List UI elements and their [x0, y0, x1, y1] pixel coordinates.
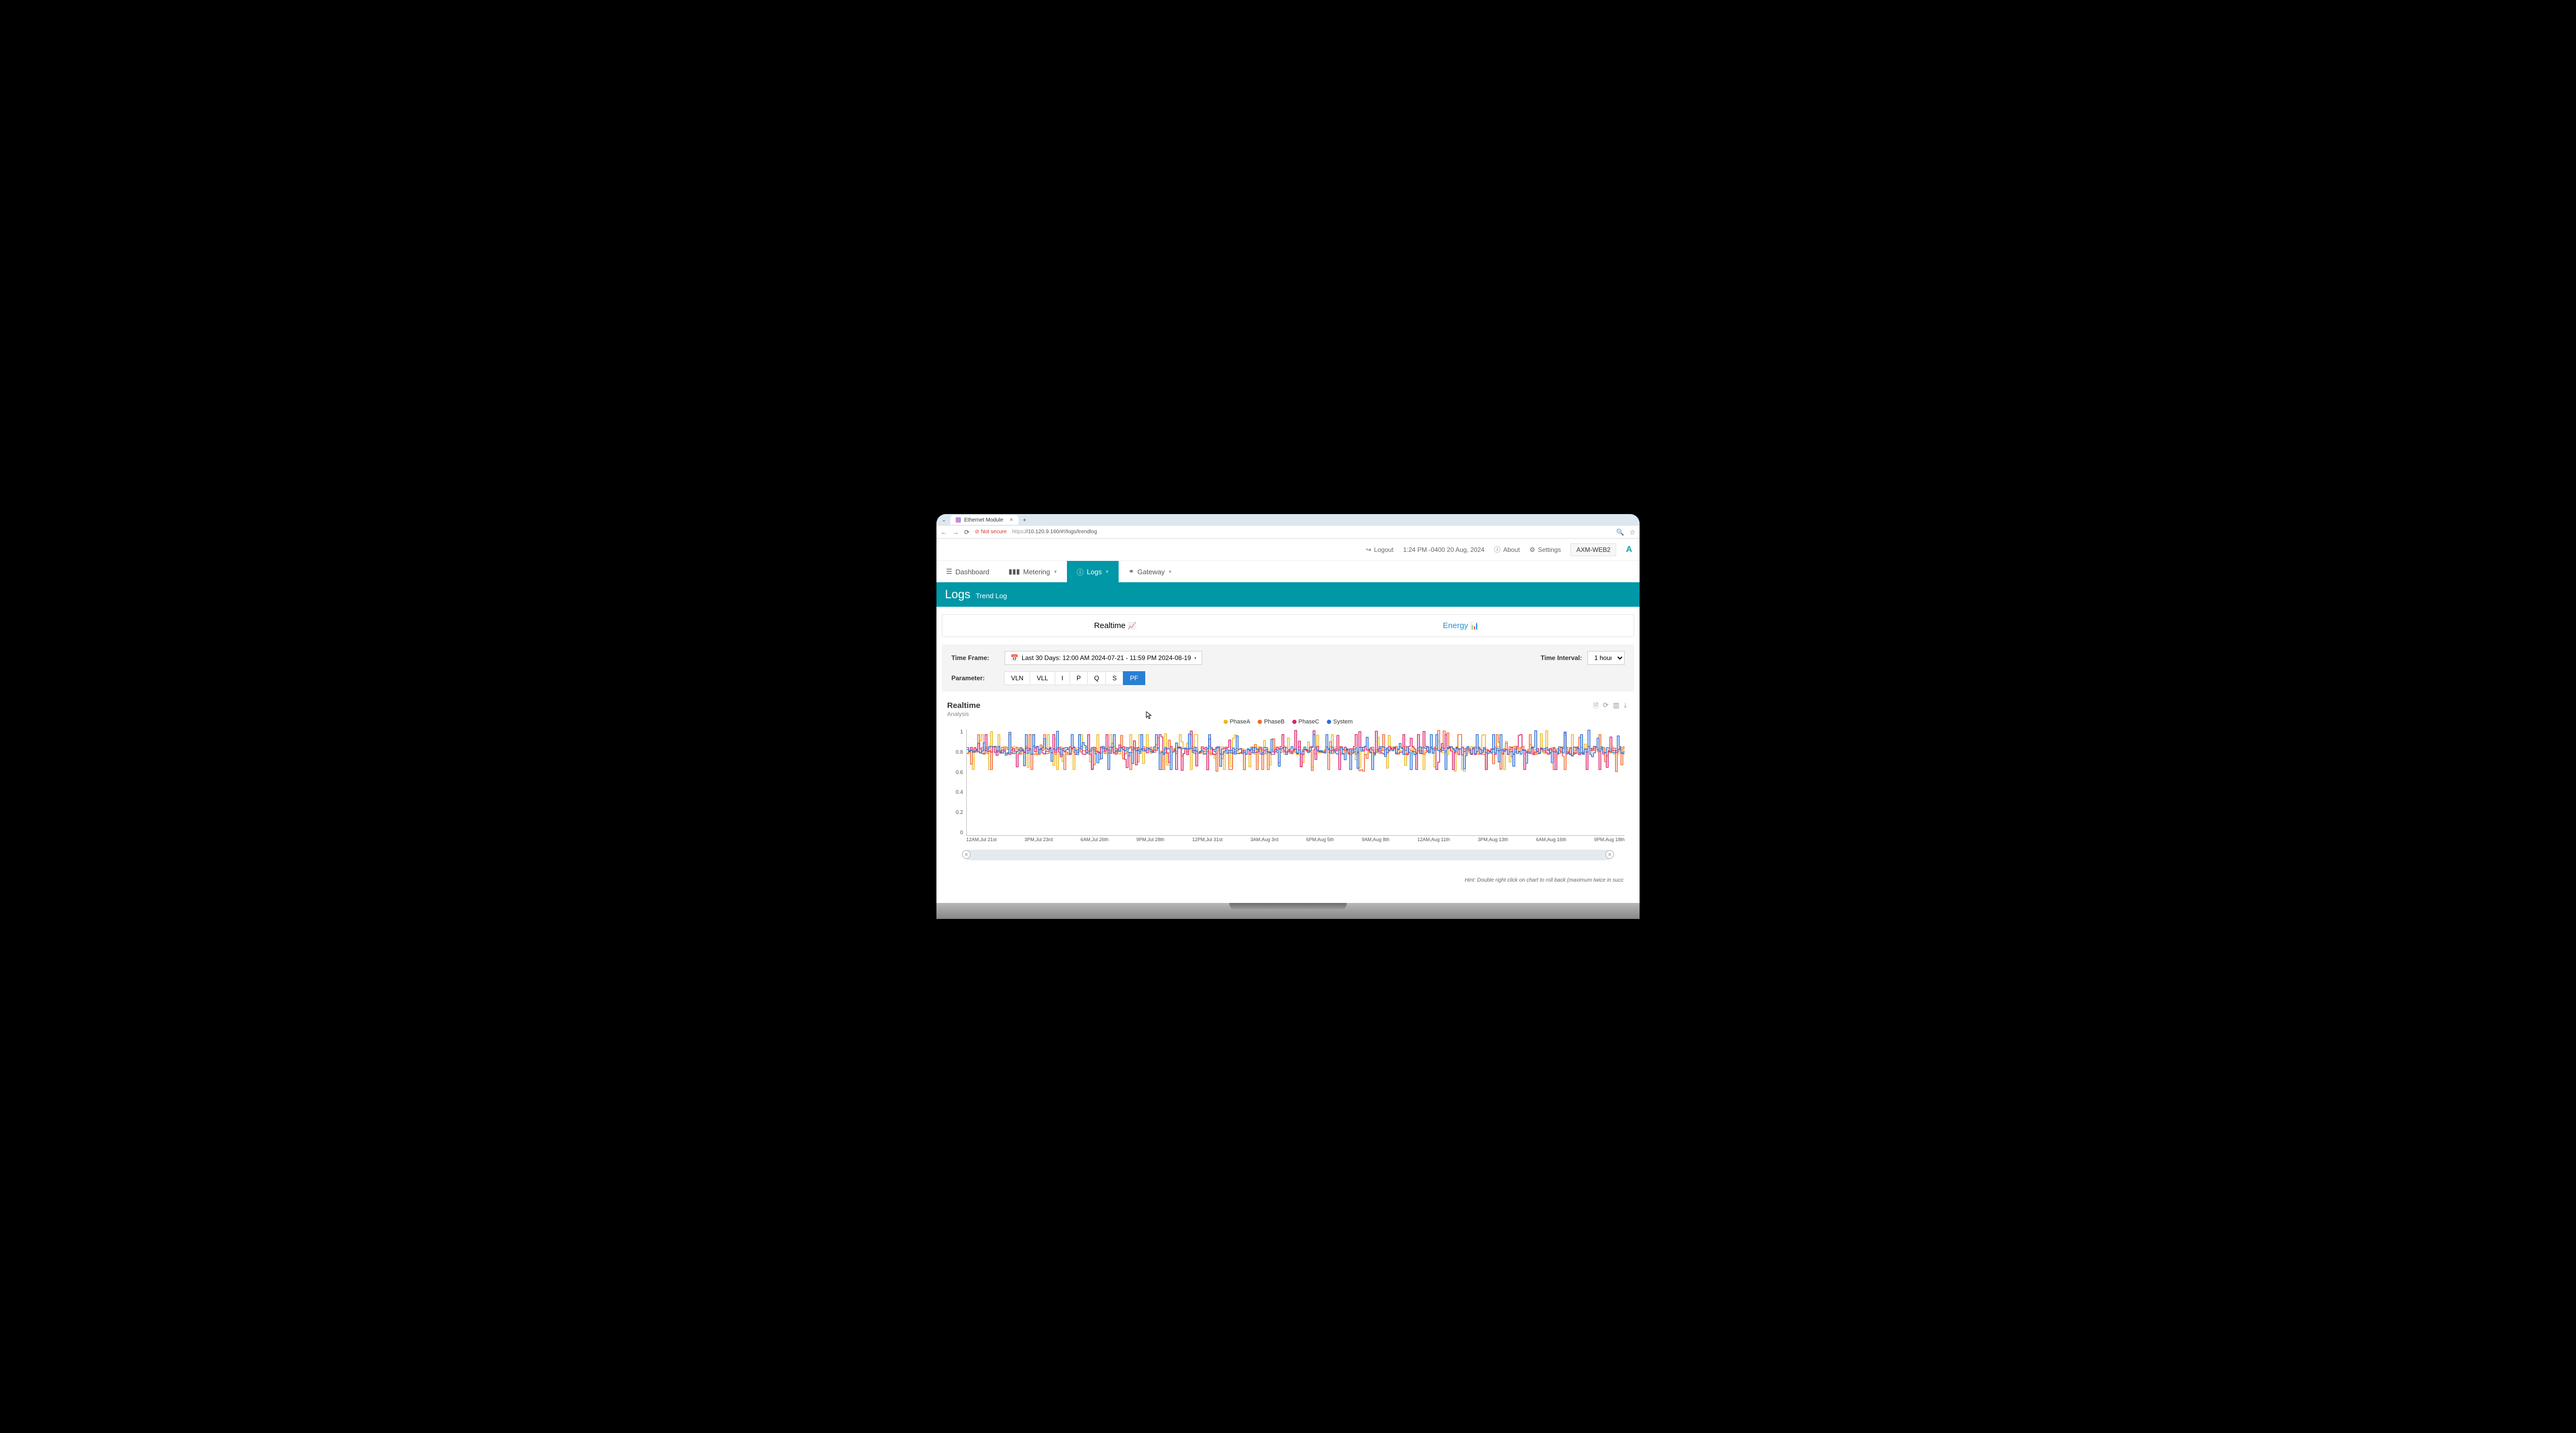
- chart-legend: PhaseA PhaseB PhaseC System: [947, 719, 1629, 725]
- logout-icon: ↪: [1366, 546, 1371, 553]
- zoom-icon[interactable]: 🔍: [1616, 528, 1624, 536]
- param-pf-button[interactable]: PF: [1123, 671, 1145, 685]
- chart-title: Realtime: [947, 701, 1629, 710]
- param-vll-button[interactable]: VLL: [1030, 671, 1055, 685]
- time-frame-picker[interactable]: 📅 Last 30 Days: 12:00 AM 2024-07-21 - 11…: [1005, 651, 1202, 665]
- header-datetime: 1:24 PM -0400 20 Aug, 2024: [1403, 546, 1485, 553]
- mode-realtime-tab[interactable]: Realtime 📈: [942, 615, 1288, 637]
- chart-plot[interactable]: [966, 729, 1625, 836]
- y-axis: 10.80.60.40.20: [950, 729, 963, 836]
- time-interval-label: Time Interval:: [1540, 654, 1582, 662]
- chevron-down-icon: ▼: [1168, 569, 1172, 574]
- parameter-label: Parameter:: [951, 674, 997, 682]
- bar-chart-icon: 📊: [1470, 622, 1479, 630]
- chart-data-icon[interactable]: 🗎: [1593, 701, 1599, 713]
- chart-type-icon[interactable]: ▥: [1613, 701, 1619, 713]
- nav-logs[interactable]: ⓘ Logs ▼: [1067, 561, 1119, 582]
- gear-icon: ⚙: [1529, 546, 1535, 553]
- chart-subtitle: Analysis: [947, 711, 1629, 718]
- list-icon: ☰: [946, 567, 952, 576]
- settings-button[interactable]: ⚙ Settings: [1529, 546, 1561, 553]
- nav-reload-icon[interactable]: ⟳: [964, 528, 969, 536]
- time-frame-label: Time Frame:: [951, 654, 997, 662]
- brand-logo: A: [1626, 545, 1632, 555]
- not-secure-badge[interactable]: ⊘ Not secure: [975, 529, 1007, 535]
- page-title-bar: Logs Trend Log: [936, 582, 1640, 607]
- tab-list-dropdown[interactable]: ⌄: [940, 517, 948, 523]
- browser-tab[interactable]: Ethernet Module ×: [950, 515, 1018, 525]
- bookmark-star-icon[interactable]: ☆: [1629, 528, 1635, 536]
- chart-export-icon[interactable]: ⤓: [1624, 701, 1627, 713]
- time-scrubber[interactable]: ≡ ≡: [966, 850, 1610, 860]
- trend-icon: 📈: [1128, 622, 1136, 630]
- legend-item-phaseb[interactable]: PhaseB: [1258, 719, 1285, 725]
- legend-item-phasec[interactable]: PhaseC: [1292, 719, 1319, 725]
- controls-panel: Time Frame: 📅 Last 30 Days: 12:00 AM 202…: [942, 645, 1634, 691]
- chevron-down-icon: ▼: [1053, 569, 1057, 574]
- param-s-button[interactable]: S: [1105, 671, 1123, 685]
- logout-button[interactable]: ↪ Logout: [1366, 546, 1393, 553]
- legend-dot-icon: [1224, 720, 1228, 724]
- time-interval-select[interactable]: 1 hour: [1587, 651, 1625, 665]
- new-tab-button[interactable]: +: [1018, 516, 1031, 524]
- param-i-button[interactable]: I: [1055, 671, 1070, 685]
- url-text[interactable]: https://10.120.9.160/#!/logs/trendlog: [1012, 529, 1097, 535]
- parameter-buttons: VLNVLLIPQSPF: [1005, 671, 1145, 685]
- app-header: ↪ Logout 1:24 PM -0400 20 Aug, 2024 ⓘ Ab…: [936, 539, 1640, 561]
- page-title: Logs: [945, 588, 971, 601]
- nav-gateway[interactable]: ⚭ Gateway ▼: [1119, 561, 1181, 582]
- network-icon: ⚭: [1128, 567, 1134, 576]
- info-circle-icon: ⓘ: [1077, 567, 1083, 577]
- nav-dashboard[interactable]: ☰ Dashboard: [936, 561, 999, 582]
- nav-back-icon[interactable]: ←: [941, 528, 947, 536]
- chart-toolbar: 🗎 ⟳ ▥ ⤓: [1593, 701, 1627, 713]
- browser-tab-strip: ⌄ Ethernet Module × +: [936, 514, 1640, 526]
- bars-icon: ▮▮▮: [1008, 567, 1020, 576]
- param-q-button[interactable]: Q: [1087, 671, 1106, 685]
- mode-energy-tab[interactable]: Energy 📊: [1288, 615, 1634, 637]
- x-axis: 12AM,Jul 21st3PM,Jul 23rd6AM,Jul 26th9PM…: [966, 837, 1625, 842]
- param-p-button[interactable]: P: [1070, 671, 1088, 685]
- nav-metering[interactable]: ▮▮▮ Metering ▼: [999, 561, 1067, 582]
- nav-forward-icon[interactable]: →: [952, 528, 959, 536]
- legend-item-phasea[interactable]: PhaseA: [1224, 719, 1251, 725]
- close-tab-icon[interactable]: ×: [1009, 517, 1013, 523]
- about-button[interactable]: ⓘ About: [1494, 545, 1520, 554]
- tab-title: Ethernet Module: [964, 517, 1003, 523]
- device-label: AXM-WEB2: [1570, 543, 1616, 556]
- mode-tabs: Realtime 📈 Energy 📊: [942, 614, 1634, 637]
- info-icon: ⓘ: [1494, 545, 1501, 554]
- scrubber-handle-right[interactable]: ≡: [1605, 850, 1614, 859]
- param-vln-button[interactable]: VLN: [1004, 671, 1030, 685]
- legend-item-system[interactable]: System: [1327, 719, 1353, 725]
- tab-favicon: [956, 517, 961, 523]
- legend-dot-icon: [1292, 720, 1297, 724]
- browser-nav-bar: ← → ⟳ ⊘ Not secure https://10.120.9.160/…: [936, 526, 1640, 539]
- calendar-icon: 📅: [1010, 654, 1018, 662]
- chevron-down-icon: ▾: [1194, 656, 1196, 661]
- warning-icon: ⊘: [975, 529, 979, 535]
- page-subtitle: Trend Log: [976, 592, 1007, 600]
- legend-dot-icon: [1258, 720, 1262, 724]
- legend-dot-icon: [1327, 720, 1331, 724]
- chevron-down-icon: ▼: [1105, 569, 1109, 574]
- chart-refresh-icon[interactable]: ⟳: [1603, 701, 1609, 713]
- scrubber-handle-left[interactable]: ≡: [962, 850, 971, 859]
- chart-hint: Hint: Double right click on chart to rol…: [947, 877, 1624, 883]
- main-nav: ☰ Dashboard ▮▮▮ Metering ▼ ⓘ Logs ▼ ⚭ Ga…: [936, 561, 1640, 582]
